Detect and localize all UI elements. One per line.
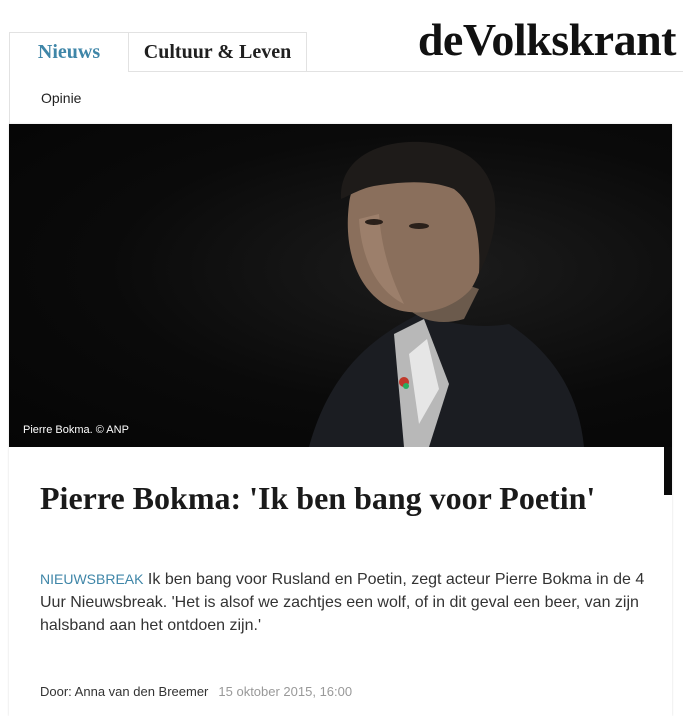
tab-cultuur-leven[interactable]: Cultuur & Leven (129, 32, 307, 72)
sub-navigation: Opinie (9, 72, 683, 124)
photo-edge (664, 447, 672, 495)
volkskrant-logo[interactable]: deVolkskrant (418, 12, 677, 68)
article-byline: Door: Anna van den Breemer 15 oktober 201… (40, 684, 352, 699)
top-navigation: Nieuws Cultuur & Leven deVolkskrant (0, 0, 683, 72)
article-lead: NIEUWSBREAK Ik ben bang voor Rusland en … (40, 568, 648, 637)
subnav-item-opinie[interactable]: Opinie (41, 90, 81, 106)
article-card[interactable]: Pierre Bokma. © ANP Pierre Bokma: 'Ik be… (9, 124, 672, 716)
article-photo[interactable]: Pierre Bokma. © ANP (9, 124, 672, 447)
rubric-label[interactable]: NIEUWSBREAK (40, 571, 143, 587)
article-title[interactable]: Pierre Bokma: 'Ik ben bang voor Poetin' (40, 480, 600, 516)
author: Door: Anna van den Breemer (40, 684, 209, 699)
portrait-illustration (309, 141, 584, 447)
tab-nieuws[interactable]: Nieuws (9, 32, 129, 72)
publish-date: 15 oktober 2015, 16:00 (218, 684, 353, 699)
photo-caption: Pierre Bokma. © ANP (23, 424, 129, 436)
